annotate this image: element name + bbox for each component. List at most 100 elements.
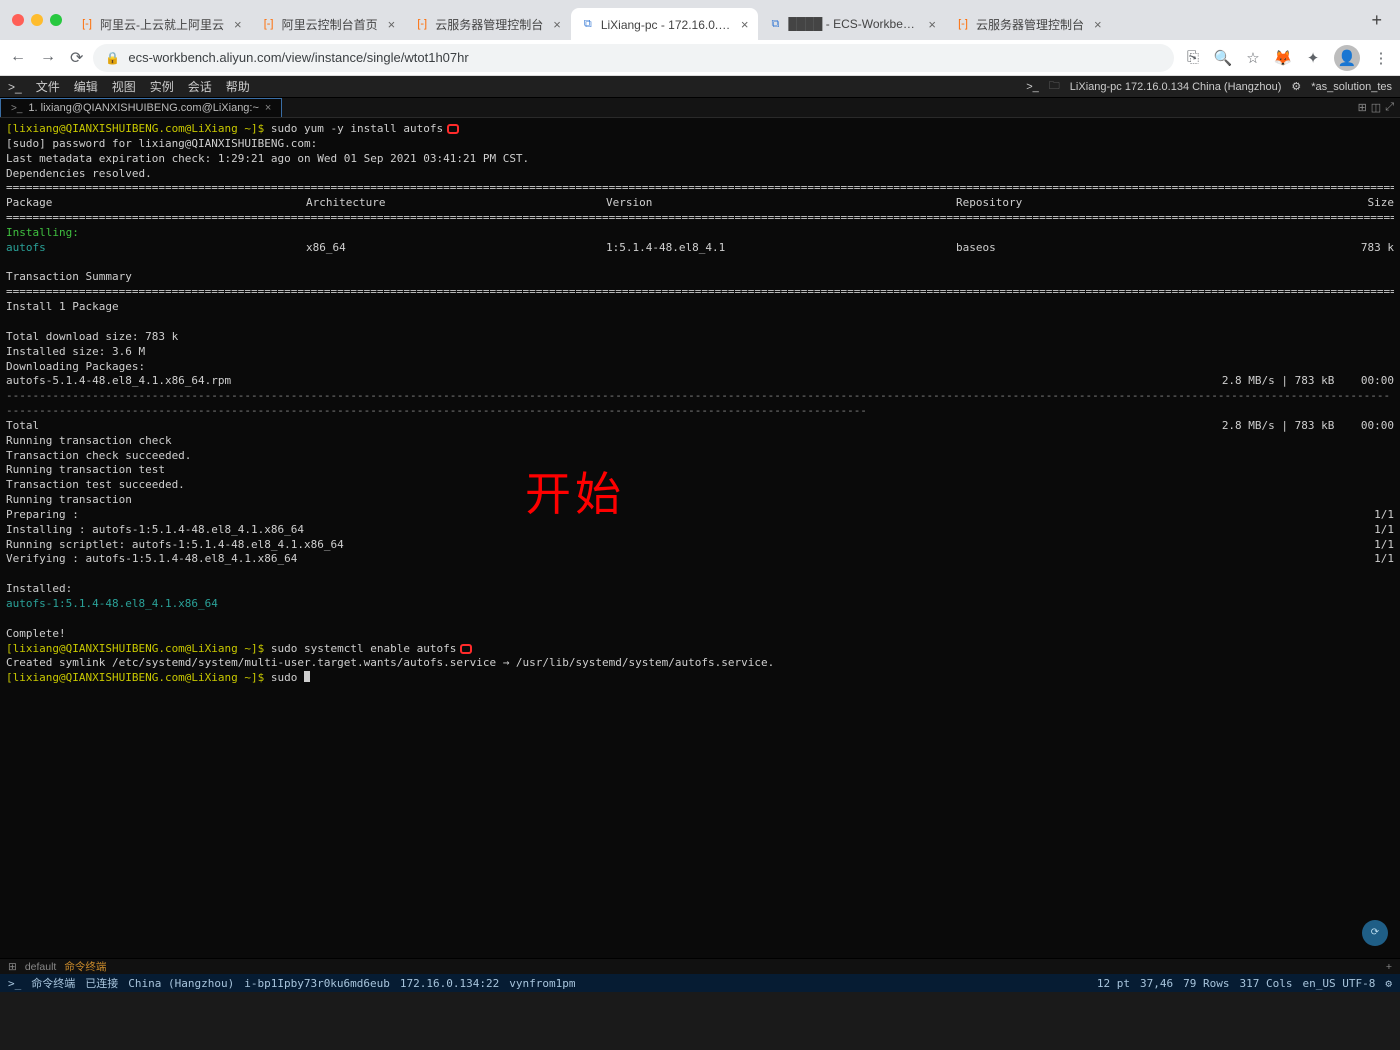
- output-line: autofs-1:5.1.4-48.el8_4.1.x86_64: [6, 597, 1394, 612]
- separator-line: ----------------------------------------…: [6, 389, 1394, 419]
- back-button[interactable]: ←: [10, 48, 26, 68]
- assist-bubble[interactable]: ⟳: [1362, 920, 1388, 946]
- lock-icon: 🔒: [105, 51, 120, 65]
- expand-icon[interactable]: ⤢: [1385, 101, 1394, 114]
- speed-readout: 2.8 MB/s | 783 kB 00:00: [1222, 374, 1394, 389]
- terminal-output[interactable]: [lixiang@QIANXISHUIBENG.com@LiXiang ~]$ …: [0, 118, 1400, 958]
- zoom-icon[interactable]: 🔍: [1214, 49, 1232, 67]
- tab-label: 阿里云-上云就上阿里云: [100, 16, 224, 33]
- terminal-tab-1[interactable]: >_ 1. lixiang@QIANXISHUIBENG.com@LiXiang…: [0, 98, 282, 117]
- window-minimize-button[interactable]: [31, 14, 43, 26]
- instance-label[interactable]: LiXiang-pc 172.16.0.134 China (Hangzhou): [1070, 81, 1282, 93]
- menu-item[interactable]: 视图: [112, 78, 136, 95]
- default-label[interactable]: default: [25, 961, 57, 973]
- status-encoding[interactable]: en_US UTF-8: [1303, 977, 1376, 990]
- extensions-icon[interactable]: ✦: [1304, 49, 1322, 67]
- forward-button[interactable]: →: [40, 48, 56, 68]
- output-line: Installed size: 3.6 M: [6, 345, 1394, 360]
- output-line: Complete!: [6, 627, 1394, 642]
- terminal-indicator-icon: >_: [8, 80, 22, 94]
- menu-item[interactable]: 文件: [36, 78, 60, 95]
- browser-tab[interactable]: ⧉LiXiang-pc - 172.16.0.134华东1×: [571, 8, 759, 40]
- menu-item[interactable]: 编辑: [74, 78, 98, 95]
- status-prompt-icon: >_: [8, 977, 21, 990]
- output-line: Transaction Summary: [6, 270, 1394, 285]
- status-rows: 79 Rows: [1183, 977, 1229, 990]
- shell-prompt: [lixiang@QIANXISHUIBENG.com@LiXiang ~]$: [6, 671, 271, 684]
- close-icon[interactable]: ×: [741, 17, 749, 32]
- table-header: Package Architecture Version Repository …: [6, 196, 1394, 211]
- status-instance-id: i-bp1Ipby73r0ku6md6eub: [244, 977, 390, 990]
- extension-fox-icon[interactable]: 🦊: [1274, 49, 1292, 67]
- expand-toggle-icon[interactable]: ⊞: [8, 961, 17, 973]
- window-close-button[interactable]: [12, 14, 24, 26]
- status-process: vynfrom1pm: [509, 977, 575, 990]
- menu-item[interactable]: 会话: [188, 78, 212, 95]
- browser-tab[interactable]: [-]云服务器管理控制台×: [946, 8, 1112, 40]
- output-line: Transaction test succeeded.: [6, 478, 1394, 493]
- browser-tab[interactable]: ⧉████ - ECS-Workbench×: [758, 8, 946, 40]
- output-line: Last metadata expiration check: 1:29:21 …: [6, 152, 1394, 167]
- menubar-terminal-icon[interactable]: >_: [1026, 81, 1039, 93]
- add-pane-icon[interactable]: ⊞: [1358, 101, 1367, 114]
- url-text: ecs-workbench.aliyun.com/view/instance/s…: [128, 50, 468, 65]
- prompt-icon: >_: [11, 103, 22, 114]
- status-settings-icon[interactable]: ⚙: [1385, 977, 1392, 990]
- favicon-icon: [-]: [80, 17, 94, 31]
- workbench-subbar: ⊞ default 命令终端 +: [0, 958, 1400, 974]
- profile-avatar[interactable]: 👤: [1334, 45, 1360, 71]
- menu-item[interactable]: 帮助: [226, 78, 250, 95]
- browser-tab[interactable]: [-]阿里云控制台首页×: [252, 8, 406, 40]
- browser-titlebar: [-] 阿里云-上云就上阿里云 ×[-]阿里云控制台首页× [-] 云服务器管理控制台 ×…: [0, 0, 1400, 40]
- output-line: [6, 567, 1394, 582]
- output-line: Install 1 Package: [6, 300, 1394, 315]
- status-bar: >_ 命令终端 已连接 China (Hangzhou) i-bp1Ipby73…: [0, 974, 1400, 992]
- window-maximize-button[interactable]: [50, 14, 62, 26]
- close-icon[interactable]: ×: [928, 17, 936, 32]
- status-fontsize[interactable]: 12 pt: [1097, 977, 1130, 990]
- status-connection: 已连接: [85, 975, 118, 991]
- terminal-tabs: >_ 1. lixiang@QIANXISHUIBENG.com@LiXiang…: [0, 98, 1400, 118]
- browser-tab[interactable]: [-]云服务器管理控制台×: [405, 8, 571, 40]
- kebab-menu-icon[interactable]: ⋮: [1372, 49, 1390, 67]
- output-line: Installing : autofs-1:5.1.4-48.el8_4.1.x…: [6, 523, 1374, 538]
- status-terminal-label[interactable]: 命令终端: [31, 975, 75, 991]
- close-icon[interactable]: ×: [388, 17, 396, 32]
- install-icon[interactable]: ⎘: [1184, 49, 1202, 67]
- browser-tab[interactable]: [-] 阿里云-上云就上阿里云 ×: [70, 8, 252, 40]
- status-cursor-pos: 37,46: [1140, 977, 1173, 990]
- output-line: Total download size: 783 k: [6, 330, 1394, 345]
- tab-label: 云服务器管理控制台: [976, 16, 1084, 33]
- output-line: Dependencies resolved.: [6, 167, 1394, 182]
- split-pane-icon[interactable]: ◫: [1371, 101, 1381, 114]
- bookmark-icon[interactable]: ☆: [1244, 49, 1262, 67]
- status-ip: 172.16.0.134:22: [400, 977, 499, 990]
- script-label[interactable]: *as_solution_tes: [1311, 81, 1392, 93]
- output-line: [6, 256, 1394, 271]
- close-icon[interactable]: ×: [234, 17, 242, 32]
- window-controls: [8, 14, 70, 26]
- close-icon[interactable]: ×: [553, 17, 561, 32]
- output-line: Created symlink /etc/systemd/system/mult…: [6, 656, 1394, 671]
- output-line: Running transaction check: [6, 434, 1394, 449]
- tab-label: ████ - ECS-Workbench: [788, 17, 918, 31]
- close-icon[interactable]: ×: [1094, 17, 1102, 32]
- shell-prompt: [lixiang@QIANXISHUIBENG.com@LiXiang ~]$: [6, 642, 271, 655]
- reload-button[interactable]: ⟳: [70, 48, 83, 68]
- new-tab-button[interactable]: +: [1361, 10, 1392, 31]
- add-subbar-icon[interactable]: +: [1386, 961, 1392, 973]
- command-text: sudo systemctl enable autofs: [271, 642, 456, 655]
- overlay-annotation: 开始: [525, 463, 625, 525]
- menu-item[interactable]: 实例: [150, 78, 174, 95]
- address-bar[interactable]: 🔒 ecs-workbench.aliyun.com/view/instance…: [93, 44, 1174, 72]
- cursor: [304, 671, 310, 682]
- table-row: autofs x86_64 1:5.1.4-48.el8_4.1 baseos …: [6, 241, 1394, 256]
- output-line: Transaction check succeeded.: [6, 449, 1394, 464]
- tab-label: 云服务器管理控制台: [435, 16, 543, 33]
- script-indicator-icon: ⚙: [1291, 80, 1301, 93]
- output-line: Running transaction test: [6, 463, 1394, 478]
- status-cols: 317 Cols: [1240, 977, 1293, 990]
- tab-label: LiXiang-pc - 172.16.0.134华东1: [601, 16, 731, 33]
- annotation-marker: [460, 644, 472, 654]
- close-icon[interactable]: ×: [265, 102, 271, 114]
